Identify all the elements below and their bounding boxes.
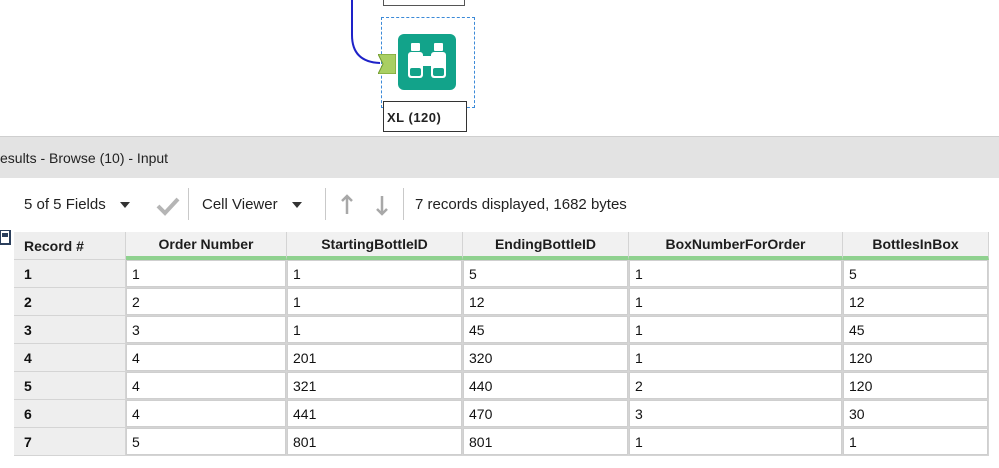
table-cell[interactable]: 30 bbox=[843, 400, 989, 428]
table-header-row: Record # Order Number StartingBottleID E… bbox=[14, 232, 989, 260]
table-cell[interactable]: 12 bbox=[463, 288, 629, 316]
checkmark-icon[interactable] bbox=[156, 196, 180, 216]
fields-selector[interactable]: 5 of 5 Fields bbox=[24, 193, 130, 217]
table-row[interactable]: 5 4 321 440 2 120 bbox=[14, 372, 989, 400]
binoculars-icon bbox=[408, 43, 446, 78]
table-cell[interactable]: 321 bbox=[287, 372, 463, 400]
cell-viewer-dropdown[interactable]: Cell Viewer bbox=[202, 193, 302, 217]
column-header[interactable]: BoxNumberForOrder bbox=[629, 232, 843, 260]
table-cell[interactable]: 5 bbox=[126, 428, 287, 456]
table-cell[interactable]: 4 bbox=[126, 344, 287, 372]
table-cell[interactable]: 120 bbox=[843, 372, 989, 400]
table-cell[interactable]: 1 bbox=[287, 316, 463, 344]
table-row[interactable]: 1 1 1 5 1 5 bbox=[14, 260, 989, 288]
table-cell[interactable]: 5 bbox=[843, 260, 989, 288]
table-cell[interactable]: 2 bbox=[126, 288, 287, 316]
table-cell[interactable]: 45 bbox=[463, 316, 629, 344]
results-panel-header: esults - Browse (10) - Input bbox=[0, 136, 999, 178]
table-cell[interactable]: 1 bbox=[287, 288, 463, 316]
browse-tool[interactable] bbox=[398, 34, 456, 90]
upstream-tool-box[interactable] bbox=[383, 0, 465, 6]
table-cell[interactable]: 4 bbox=[126, 372, 287, 400]
column-header[interactable]: StartingBottleID bbox=[287, 232, 463, 260]
column-header[interactable]: Record # bbox=[14, 232, 126, 260]
table-row[interactable]: 4 4 201 320 1 120 bbox=[14, 344, 989, 372]
table-cell[interactable]: 45 bbox=[843, 316, 989, 344]
table-row[interactable]: 2 2 1 12 1 12 bbox=[14, 288, 989, 316]
tool-annotation-label: XL (120) bbox=[383, 101, 467, 132]
table-cell[interactable]: 3 bbox=[126, 316, 287, 344]
table-cell[interactable]: 4 bbox=[126, 400, 287, 428]
table-cell[interactable]: 801 bbox=[463, 428, 629, 456]
table-cell[interactable]: 441 bbox=[287, 400, 463, 428]
table-cell[interactable]: 3 bbox=[629, 400, 843, 428]
table-cell[interactable]: 1 bbox=[126, 260, 287, 288]
table-cell[interactable]: 1 bbox=[843, 428, 989, 456]
table-view-icon[interactable] bbox=[0, 229, 11, 245]
table-cell[interactable]: 201 bbox=[287, 344, 463, 372]
records-status: 7 records displayed, 1682 bytes bbox=[415, 196, 627, 213]
arrow-up-icon[interactable] bbox=[340, 194, 354, 216]
record-number: 5 bbox=[14, 372, 126, 400]
table-cell[interactable]: 1 bbox=[629, 288, 843, 316]
workflow-connector bbox=[351, 0, 381, 64]
table-cell[interactable]: 470 bbox=[463, 400, 629, 428]
results-title: esults - Browse (10) - Input bbox=[0, 150, 169, 166]
table-cell[interactable]: 12 bbox=[843, 288, 989, 316]
record-number: 4 bbox=[14, 344, 126, 372]
record-number: 6 bbox=[14, 400, 126, 428]
table-row[interactable]: 7 5 801 801 1 1 bbox=[14, 428, 989, 456]
record-number: 1 bbox=[14, 260, 126, 288]
table-cell[interactable]: 1 bbox=[629, 316, 843, 344]
record-number: 3 bbox=[14, 316, 126, 344]
column-header[interactable]: BottlesInBox bbox=[843, 232, 989, 260]
table-row[interactable]: 3 3 1 45 1 45 bbox=[14, 316, 989, 344]
arrow-down-icon[interactable] bbox=[375, 194, 389, 216]
toolbar-divider bbox=[188, 188, 189, 220]
input-anchor-icon[interactable] bbox=[378, 54, 396, 74]
table-cell[interactable]: 1 bbox=[287, 260, 463, 288]
results-table: Record # Order Number StartingBottleID E… bbox=[14, 232, 989, 456]
column-header[interactable]: EndingBottleID bbox=[463, 232, 629, 260]
workflow-canvas[interactable]: XL (120) bbox=[0, 0, 999, 132]
record-number: 2 bbox=[14, 288, 126, 316]
table-cell[interactable]: 1 bbox=[629, 428, 843, 456]
toolbar-divider bbox=[403, 188, 404, 220]
table-cell[interactable]: 801 bbox=[287, 428, 463, 456]
record-number: 7 bbox=[14, 428, 126, 456]
table-cell[interactable]: 1 bbox=[629, 344, 843, 372]
table-cell[interactable]: 440 bbox=[463, 372, 629, 400]
column-header[interactable]: Order Number bbox=[126, 232, 287, 260]
table-cell[interactable]: 120 bbox=[843, 344, 989, 372]
toolbar-divider bbox=[325, 188, 326, 220]
table-cell[interactable]: 5 bbox=[463, 260, 629, 288]
fields-selector-label: 5 of 5 Fields bbox=[24, 196, 106, 213]
cell-viewer-label: Cell Viewer bbox=[202, 196, 278, 213]
table-cell[interactable]: 320 bbox=[463, 344, 629, 372]
table-cell[interactable]: 2 bbox=[629, 372, 843, 400]
table-row[interactable]: 6 4 441 470 3 30 bbox=[14, 400, 989, 428]
chevron-down-icon bbox=[291, 202, 302, 209]
table-cell[interactable]: 1 bbox=[629, 260, 843, 288]
chevron-down-icon bbox=[119, 202, 130, 209]
